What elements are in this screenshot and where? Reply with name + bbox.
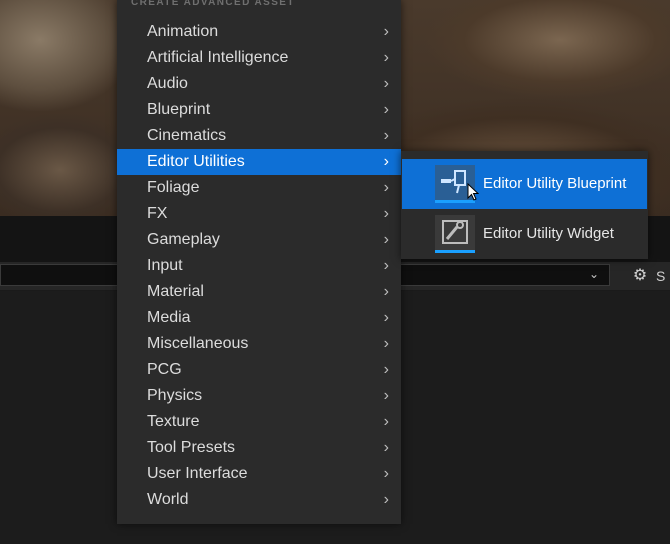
chevron-right-icon: ›: [383, 439, 389, 456]
menu-item-label: Audio: [147, 75, 188, 92]
chevron-right-icon: ›: [383, 361, 389, 378]
menu-item-label: Gameplay: [147, 231, 220, 248]
chevron-right-icon: ›: [383, 179, 389, 196]
menu-item-label: FX: [147, 205, 168, 222]
menu-item-label: Texture: [147, 413, 200, 430]
menu-item-media[interactable]: Media ›: [117, 305, 401, 331]
mouse-cursor-icon: [467, 183, 479, 201]
editor-utilities-submenu: Editor Utility Blueprint Editor Utility …: [401, 151, 648, 259]
menu-item-tool-presets[interactable]: Tool Presets ›: [117, 435, 401, 461]
menu-item-label: Cinematics: [147, 127, 227, 144]
menu-item-label: Animation: [147, 23, 219, 40]
menu-item-blueprint[interactable]: Blueprint ›: [117, 97, 401, 123]
menu-item-fx[interactable]: FX ›: [117, 201, 401, 227]
create-advanced-asset-menu: CREATE ADVANCED ASSET Animation › Artifi…: [117, 0, 401, 524]
chevron-right-icon: ›: [383, 153, 389, 170]
chevron-right-icon: ›: [383, 49, 389, 66]
menu-item-label: PCG: [147, 361, 182, 378]
menu-item-physics[interactable]: Physics ›: [117, 383, 401, 409]
menu-item-miscellaneous[interactable]: Miscellaneous ›: [117, 331, 401, 357]
menu-item-material[interactable]: Material ›: [117, 279, 401, 305]
chevron-down-icon[interactable]: ⌄: [589, 267, 599, 281]
chevron-right-icon: ›: [383, 231, 389, 248]
chevron-right-icon: ›: [383, 491, 389, 508]
chevron-right-icon: ›: [383, 101, 389, 118]
chevron-right-icon: ›: [383, 465, 389, 482]
menu-header: CREATE ADVANCED ASSET: [131, 0, 295, 8]
menu-item-label: Tool Presets: [147, 439, 236, 456]
menu-item-texture[interactable]: Texture ›: [117, 409, 401, 435]
menu-item-label: Editor Utilities: [147, 153, 245, 170]
menu-item-artificial-intelligence[interactable]: Artificial Intelligence ›: [117, 45, 401, 71]
menu-item-label: Physics: [147, 387, 203, 404]
submenu-item-editor-utility-blueprint[interactable]: Editor Utility Blueprint: [402, 159, 647, 209]
chevron-right-icon: ›: [383, 413, 389, 430]
chevron-right-icon: ›: [383, 387, 389, 404]
menu-item-gameplay[interactable]: Gameplay ›: [117, 227, 401, 253]
menu-item-label: User Interface: [147, 465, 248, 482]
menu-item-editor-utilities[interactable]: Editor Utilities ›: [117, 149, 401, 175]
menu-item-label: Miscellaneous: [147, 335, 249, 352]
menu-item-user-interface[interactable]: User Interface ›: [117, 461, 401, 487]
chevron-right-icon: ›: [383, 127, 389, 144]
submenu-item-editor-utility-widget[interactable]: Editor Utility Widget: [402, 209, 647, 259]
menu-item-cinematics[interactable]: Cinematics ›: [117, 123, 401, 149]
chevron-right-icon: ›: [383, 257, 389, 274]
menu-item-label: Input: [147, 257, 183, 274]
menu-item-label: Material: [147, 283, 204, 300]
submenu-item-label: Editor Utility Blueprint: [483, 175, 627, 192]
menu-item-foliage[interactable]: Foliage ›: [117, 175, 401, 201]
menu-item-audio[interactable]: Audio ›: [117, 71, 401, 97]
chevron-right-icon: ›: [383, 205, 389, 222]
submenu-item-label: Editor Utility Widget: [483, 225, 614, 242]
chevron-right-icon: ›: [383, 283, 389, 300]
menu-item-label: World: [147, 491, 189, 508]
settings-label[interactable]: S: [656, 266, 665, 286]
chevron-right-icon: ›: [383, 309, 389, 326]
menu-item-animation[interactable]: Animation ›: [117, 19, 401, 45]
menu-item-pcg[interactable]: PCG ›: [117, 357, 401, 383]
menu-item-label: Blueprint: [147, 101, 211, 118]
menu-item-world[interactable]: World ›: [117, 487, 401, 513]
editor-utility-widget-icon: [435, 215, 475, 253]
chevron-right-icon: ›: [383, 335, 389, 352]
menu-item-label: Media: [147, 309, 191, 326]
menu-item-label: Artificial Intelligence: [147, 49, 289, 66]
menu-item-input[interactable]: Input ›: [117, 253, 401, 279]
settings-gear-icon[interactable]: ⚙: [630, 266, 650, 286]
chevron-right-icon: ›: [383, 23, 389, 40]
menu-item-label: Foliage: [147, 179, 200, 196]
chevron-right-icon: ›: [383, 75, 389, 92]
